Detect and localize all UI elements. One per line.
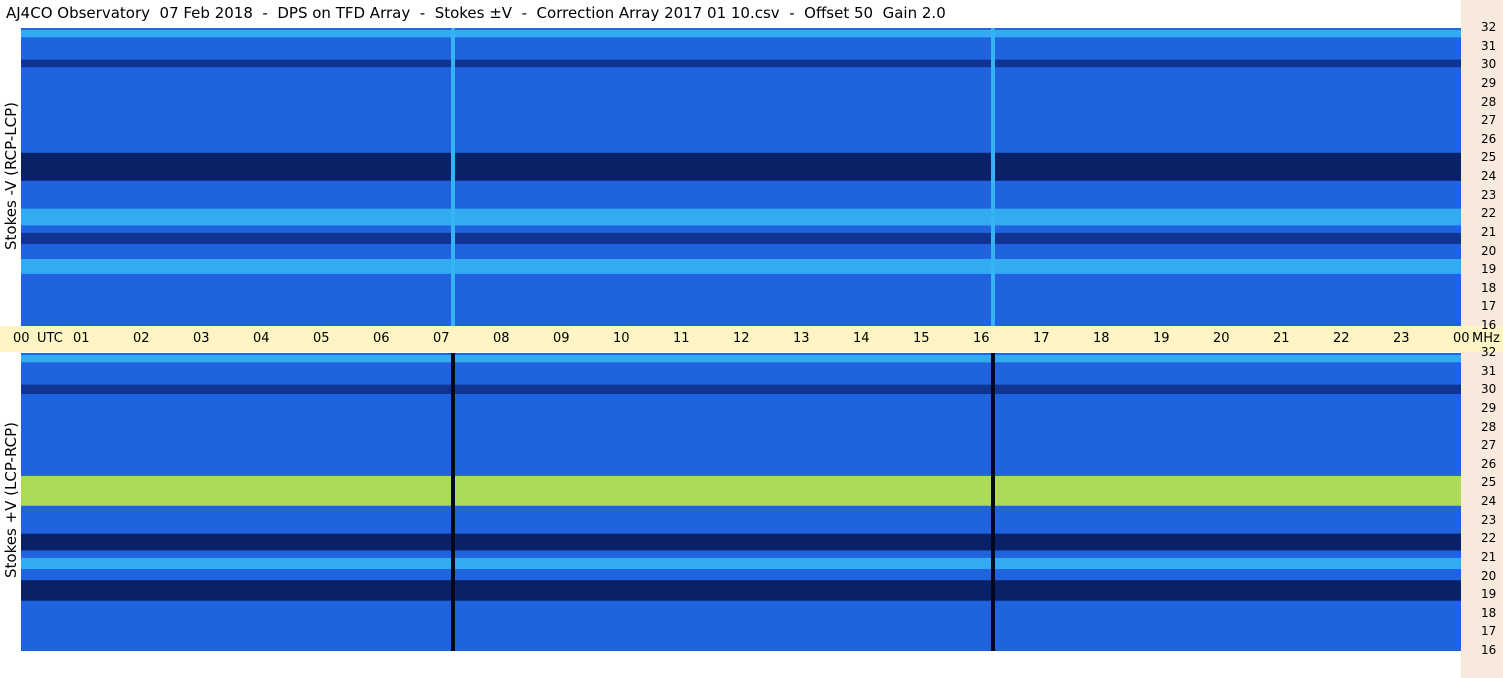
upper-frequency-tick: 17: [1481, 299, 1497, 313]
upper-frequency-tick: 25: [1481, 150, 1497, 164]
time-tick-label: 05: [313, 331, 330, 346]
mhz-unit-label: MHz: [1472, 331, 1500, 346]
lower-dark-band: [21, 580, 1461, 601]
upper-frequency-tick: 18: [1481, 281, 1497, 295]
lower-spectrogram: [21, 353, 1461, 651]
lower-frequency-tick: 17: [1481, 624, 1497, 638]
lower-frequency-tick: 27: [1481, 438, 1497, 452]
time-tick-label: 19: [1153, 331, 1170, 346]
time-tick-label: 00: [1453, 331, 1470, 346]
upper-frequency-tick: 23: [1481, 188, 1497, 202]
lower-frequency-tick: 25: [1481, 475, 1497, 489]
upper-frequency-tick: 21: [1481, 225, 1497, 239]
lower-frequency-tick: 30: [1481, 382, 1497, 396]
upper-frequency-tick: 32: [1481, 20, 1497, 34]
lower-frequency-tick: 29: [1481, 401, 1497, 415]
time-tick-label: 11: [673, 331, 690, 346]
time-tick-label: 09: [553, 331, 570, 346]
upper-bright-band: [21, 258, 1461, 274]
lower-frequency-tick: 19: [1481, 587, 1497, 601]
time-tick-label: 10: [613, 331, 630, 346]
upper-frequency-tick: 28: [1481, 95, 1497, 109]
upper-frequency-tick: 20: [1481, 244, 1497, 258]
lower-bright-band: [21, 354, 1461, 363]
time-tick-label: 03: [193, 331, 210, 346]
lower-y-axis-label: Stokes +V (LCP-RCP): [2, 422, 20, 578]
upper-dark-band: [21, 152, 1461, 181]
chart-title: AJ4CO Observatory 07 Feb 2018 - DPS on T…: [6, 4, 946, 22]
lower-bright-band: [21, 475, 1461, 506]
upper-bright-band: [21, 29, 1461, 38]
time-tick-label: 08: [493, 331, 510, 346]
upper-spectrogram-svg: [21, 28, 1461, 326]
upper-frequency-tick: 30: [1481, 57, 1497, 71]
upper-frequency-tick: 19: [1481, 262, 1497, 276]
time-tick-label: 18: [1093, 331, 1110, 346]
lower-vertical-line: [451, 353, 455, 651]
upper-frequency-tick: 22: [1481, 206, 1497, 220]
time-tick-label: 16: [973, 331, 990, 346]
lower-frequency-tick: 24: [1481, 494, 1497, 508]
lower-frequency-tick: 23: [1481, 513, 1497, 527]
time-tick-label: 15: [913, 331, 930, 346]
upper-vertical-line: [451, 28, 455, 326]
lower-dark-band: [21, 533, 1461, 551]
lower-frequency-tick: 21: [1481, 550, 1497, 564]
lower-frequency-tick: 26: [1481, 457, 1497, 471]
lower-dark-band: [21, 384, 1461, 394]
time-tick-label: 01: [73, 331, 90, 346]
upper-vertical-line: [991, 28, 995, 326]
time-tick-label: 14: [853, 331, 870, 346]
time-tick-label: 12: [733, 331, 750, 346]
time-tick-label: 06: [373, 331, 390, 346]
upper-spectrogram: [21, 28, 1461, 326]
time-tick-label: 07: [433, 331, 450, 346]
lower-frequency-tick: 32: [1481, 345, 1497, 359]
lower-frequency-tick: 18: [1481, 606, 1497, 620]
time-tick-label: 04: [253, 331, 270, 346]
time-tick-label: 20: [1213, 331, 1230, 346]
lower-frequency-tick: 31: [1481, 364, 1497, 378]
upper-frequency-tick: 31: [1481, 39, 1497, 53]
lower-bright-band: [21, 557, 1461, 570]
upper-frequency-tick: 24: [1481, 169, 1497, 183]
lower-frequency-tick: 16: [1481, 643, 1497, 657]
utc-label: UTC: [37, 331, 63, 346]
lower-spectrogram-svg: [21, 353, 1461, 651]
upper-frequency-tick: 27: [1481, 113, 1497, 127]
lower-frequency-tick: 20: [1481, 569, 1497, 583]
upper-y-axis-label: Stokes -V (RCP-LCP): [2, 102, 20, 250]
lower-frequency-tick: 22: [1481, 531, 1497, 545]
time-tick-label: 00: [13, 331, 30, 346]
upper-frequency-tick: 26: [1481, 132, 1497, 146]
upper-bright-band: [21, 208, 1461, 226]
upper-dark-band: [21, 59, 1461, 68]
upper-dark-band: [21, 232, 1461, 245]
upper-frequency-tick: 29: [1481, 76, 1497, 90]
time-tick-label: 02: [133, 331, 150, 346]
lower-vertical-line: [991, 353, 995, 651]
time-tick-label: 22: [1333, 331, 1350, 346]
time-tick-label: 21: [1273, 331, 1290, 346]
upper-frequency-tick: 16: [1481, 318, 1497, 332]
time-tick-label: 17: [1033, 331, 1050, 346]
time-tick-label: 23: [1393, 331, 1410, 346]
lower-frequency-tick: 28: [1481, 420, 1497, 434]
time-tick-label: 13: [793, 331, 810, 346]
